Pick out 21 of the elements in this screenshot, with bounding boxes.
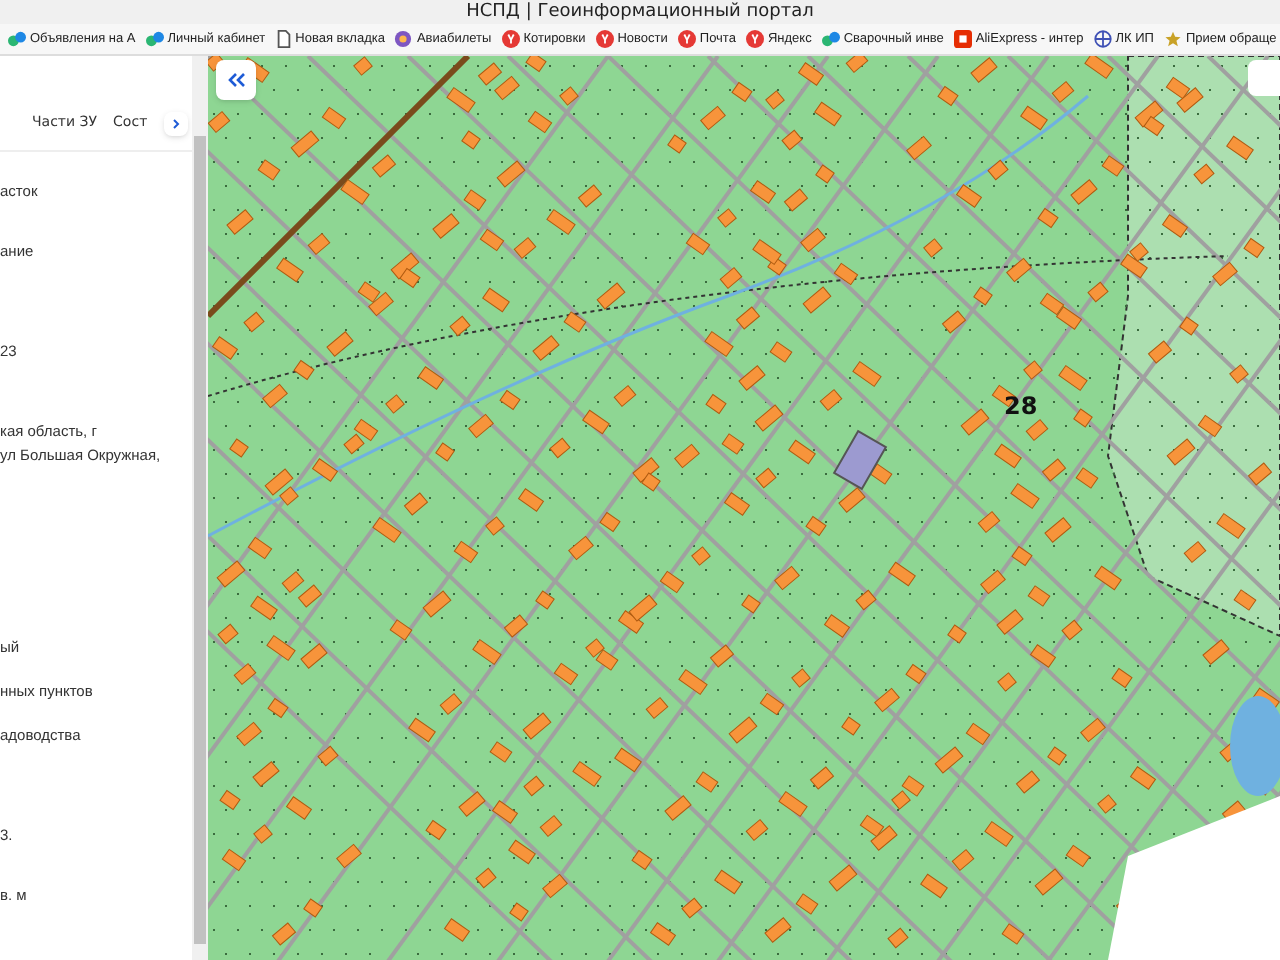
window-title: НСПД | Геоинформационный портал (466, 3, 814, 21)
map-label: 28 (1004, 390, 1038, 424)
page-icon (275, 30, 292, 48)
circle-icon (394, 30, 413, 48)
globe-icon (1093, 30, 1112, 48)
scrollbar-thumb[interactable] (194, 136, 206, 944)
leaf-icon (821, 30, 840, 48)
collapse-panel-button[interactable] (216, 60, 256, 100)
circle-icon (501, 30, 520, 48)
circle-icon (595, 30, 614, 48)
map-drawing[interactable] (208, 56, 1280, 960)
chevron-icon (171, 117, 180, 129)
circle-icon (677, 30, 696, 48)
double-chevron-icon (226, 72, 246, 88)
map-control-background (1248, 60, 1280, 96)
leaf-icon (8, 30, 26, 48)
star-icon (1163, 30, 1182, 48)
scroll-tabs-button[interactable] (163, 111, 188, 135)
circle-icon (745, 30, 764, 48)
leaf-icon (145, 30, 164, 48)
square-icon (953, 30, 972, 48)
